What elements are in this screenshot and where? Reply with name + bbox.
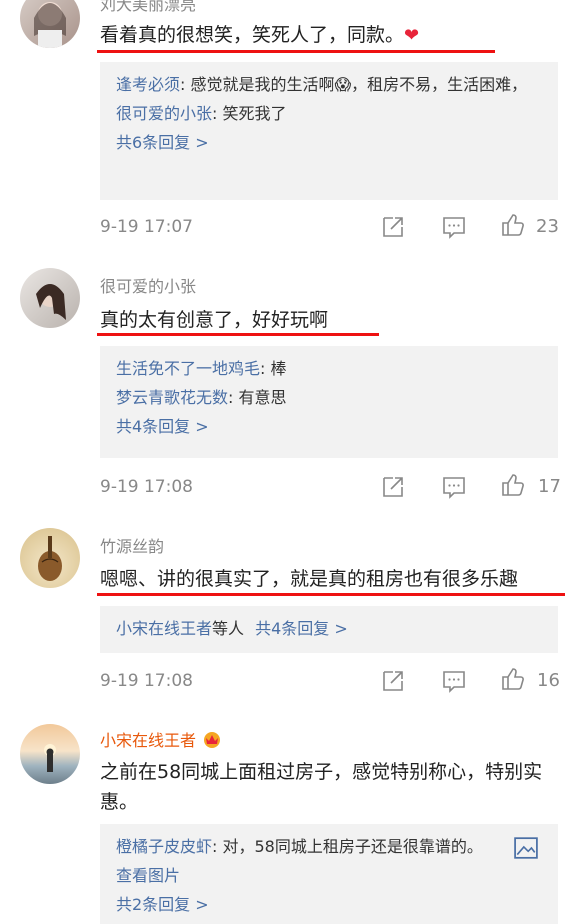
more-replies-link[interactable]: 共2条回复 > — [116, 890, 542, 919]
comment-text: 看着真的很想笑，笑死人了，同款。❤ — [100, 20, 419, 51]
reply-username[interactable]: 橙橘子皮皮虾 — [116, 837, 212, 856]
reply-text: : 对，58同城上租房子还是很靠谱的。 — [212, 837, 483, 856]
more-replies-link[interactable]: 共6条回复 > — [116, 128, 542, 157]
reply-text: : 有意思 — [228, 388, 287, 407]
reply-line: 橙橘子皮皮虾: 对，58同城上租房子还是很靠谱的。 — [116, 832, 542, 861]
like-count: 16 — [537, 670, 560, 691]
comment-text-content: 看着真的很想笑，笑死人了，同款。 — [100, 24, 405, 46]
like-count: 17 — [538, 476, 561, 497]
reply-username[interactable]: 小宋在线王者 — [116, 619, 212, 638]
view-image-link[interactable]: 查看图片 — [116, 861, 542, 890]
share-icon[interactable] — [381, 475, 405, 499]
avatar[interactable] — [20, 0, 80, 48]
comment-time: 9-19 17:08 — [100, 671, 193, 691]
reply-username[interactable]: 逢考必须 — [116, 75, 180, 94]
username-text: 小宋在线王者 — [100, 731, 197, 750]
comment-username[interactable]: 小宋在线王者 — [100, 727, 222, 751]
comment-username[interactable]: 刘大美丽漂亮 — [100, 0, 196, 15]
comment-text: 之前在58同城上面租过房子，感觉特别称心，特别实惠。 — [100, 761, 543, 813]
like-count: 23 — [536, 216, 559, 237]
comment-icon[interactable] — [442, 669, 466, 693]
reply-box[interactable]: 生活免不了一地鸡毛: 棒 梦云青歌花无数: 有意思 共4条回复 > — [100, 346, 558, 458]
crown-badge-icon — [202, 730, 222, 748]
reply-text: : 棒 — [260, 359, 287, 378]
comment-icon[interactable] — [442, 475, 466, 499]
thumbs-up-icon[interactable] — [501, 667, 525, 691]
reply-text: : 笑死我了 — [212, 104, 287, 123]
comment-text: 嗯嗯、讲的很真实了，就是真的租房也有很多乐趣 — [100, 568, 519, 590]
share-icon[interactable] — [381, 215, 405, 239]
reply-username[interactable]: 很可爱的小张 — [116, 104, 212, 123]
reply-line: 生活免不了一地鸡毛: 棒 — [116, 354, 542, 383]
comment-time: 9-19 17:07 — [100, 217, 193, 237]
red-underline — [97, 333, 379, 336]
reply-text: : 感觉就是我的生活啊😱，租房不易，生活困难， — [180, 75, 528, 94]
red-underline — [97, 593, 565, 596]
comment-username[interactable]: 很可爱的小张 — [100, 273, 196, 297]
reply-box[interactable]: 橙橘子皮皮虾: 对，58同城上租房子还是很靠谱的。 查看图片 共2条回复 > — [100, 824, 558, 924]
comment-text: 真的太有创意了，好好玩啊 — [100, 309, 329, 331]
image-icon[interactable] — [514, 836, 538, 859]
avatar[interactable] — [20, 268, 80, 328]
red-underline — [97, 50, 495, 53]
reply-suffix: 等人 — [212, 619, 245, 638]
comment-username[interactable]: 竹源丝韵 — [100, 533, 164, 557]
reply-username[interactable]: 梦云青歌花无数 — [116, 388, 228, 407]
reply-box[interactable]: 逢考必须: 感觉就是我的生活啊😱，租房不易，生活困难， 很可爱的小张: 笑死我了… — [100, 62, 558, 200]
reply-line: 梦云青歌花无数: 有意思 — [116, 383, 542, 412]
reply-line: 逢考必须: 感觉就是我的生活啊😱，租房不易，生活困难， — [116, 70, 542, 99]
avatar[interactable] — [20, 724, 80, 784]
thumbs-up-icon[interactable] — [501, 473, 525, 497]
reply-line: 很可爱的小张: 笑死我了 — [116, 99, 542, 128]
thumbs-up-icon[interactable] — [501, 213, 525, 237]
heart-emoji: ❤ — [404, 25, 420, 46]
share-icon[interactable] — [381, 669, 405, 693]
more-replies-link[interactable]: 共4条回复 > — [255, 619, 348, 638]
more-replies-link[interactable]: 共4条回复 > — [116, 412, 542, 441]
reply-username[interactable]: 生活免不了一地鸡毛 — [116, 359, 260, 378]
avatar[interactable] — [20, 528, 80, 588]
reply-box[interactable]: 小宋在线王者等人 共4条回复 > — [100, 606, 558, 653]
comment-time: 9-19 17:08 — [100, 477, 193, 497]
comment-icon[interactable] — [442, 215, 466, 239]
